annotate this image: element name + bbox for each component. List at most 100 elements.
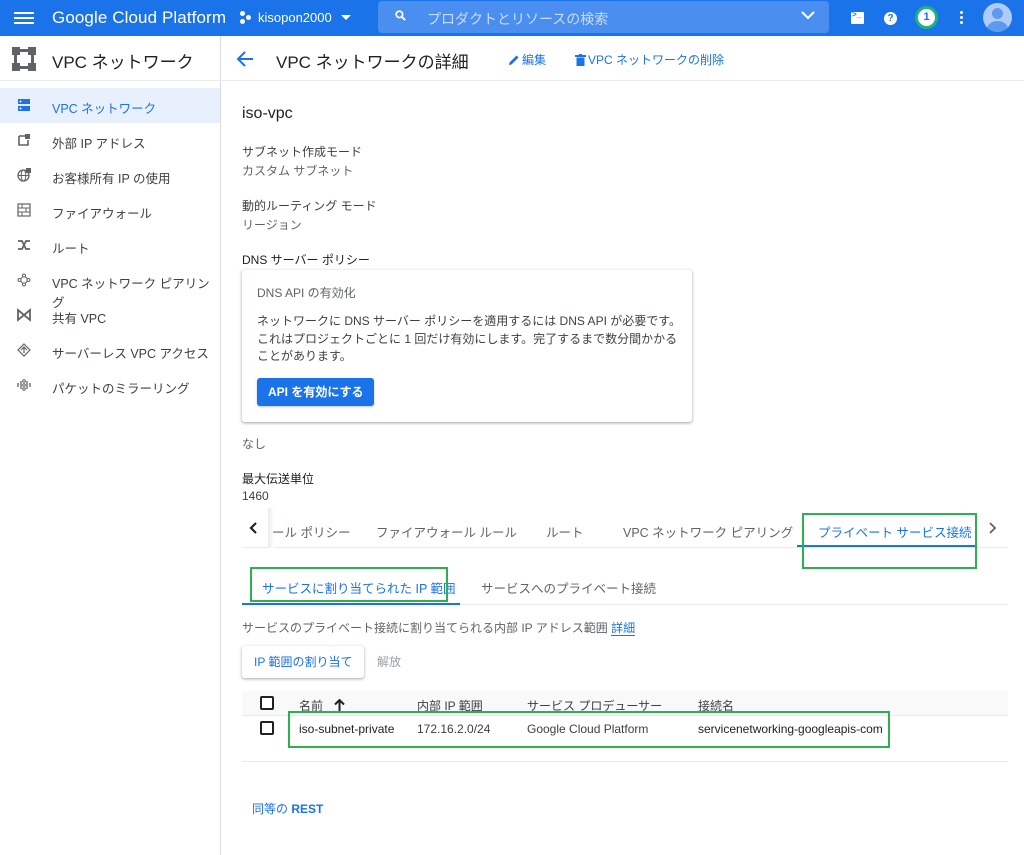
external-ip-icon	[18, 134, 30, 146]
delete-network-button[interactable]: VPC ネットワークの削除	[575, 51, 724, 68]
equivalent-rest-link[interactable]: 同等の REST	[252, 800, 323, 817]
page-title: VPC ネットワークの詳細	[276, 53, 469, 72]
allocate-ip-range-button[interactable]: IP 範囲の割り当て	[242, 646, 365, 678]
search-input[interactable]: プロダクトとリソースの検索	[378, 1, 829, 33]
delete-label: VPC ネットワークの削除	[588, 53, 725, 67]
column-header-range[interactable]: 内部 IP 範囲	[417, 697, 483, 714]
trash-icon	[575, 53, 586, 66]
serverless-icon	[17, 343, 31, 357]
tab-private-service-connection[interactable]: プライベート サービス接続	[818, 522, 971, 541]
tab-firewall-policies[interactable]: ール ポリシー	[272, 522, 350, 541]
byoip-globe-icon	[17, 168, 31, 182]
sidebar-item-vpc-networks[interactable]: VPC ネットワーク	[0, 88, 220, 123]
page-header: VPC ネットワークの詳細 編集 VPC ネットワークの削除	[222, 36, 1024, 81]
row-checkbox[interactable]	[260, 721, 274, 735]
sidebar-title: VPC ネットワーク	[52, 53, 194, 72]
dns-policy-label: DNS サーバー ポリシー	[242, 253, 370, 267]
sidebar-item-label: サーバーレス VPC アクセス	[52, 347, 209, 361]
project-selector[interactable]: kisopon2000	[240, 10, 351, 25]
sidebar-item-firewall[interactable]: ファイアウォール	[0, 193, 220, 228]
project-icon	[240, 10, 252, 25]
avatar[interactable]	[983, 3, 1012, 32]
subtab-private-connections[interactable]: サービスへのプライベート接続	[481, 578, 656, 597]
brand-logo[interactable]: Google Cloud Platform	[52, 8, 226, 28]
sidebar-item-label: 外部 IP アドレス	[52, 137, 146, 151]
active-tab-indicator	[797, 545, 977, 547]
sidebar-item-external-ip[interactable]: 外部 IP アドレス	[0, 123, 220, 158]
dns-card-title: DNS API の有効化	[257, 286, 356, 300]
select-all-checkbox[interactable]	[260, 696, 274, 710]
column-header-producer[interactable]: サービス プロデューサー	[527, 697, 662, 714]
cell-name[interactable]: iso-subnet-private	[299, 722, 394, 736]
sidebar-item-byoip[interactable]: お客様所有 IP の使用	[0, 158, 220, 193]
pencil-icon	[509, 55, 519, 65]
sidebar-item-label: お客様所有 IP の使用	[52, 172, 171, 186]
more-vert-icon[interactable]	[956, 9, 966, 27]
rest-prefix: 同等の	[252, 802, 289, 816]
shared-vpc-icon	[17, 308, 31, 322]
chevron-left-icon[interactable]	[248, 521, 258, 535]
sidebar-item-label: 共有 VPC	[52, 312, 107, 326]
sidebar: VPC ネットワーク VPC ネットワーク 外部 IP アドレス お客様所有 I…	[0, 36, 221, 855]
peering-icon	[17, 273, 31, 287]
back-arrow-icon[interactable]	[236, 51, 254, 67]
sidebar-item-peering[interactable]: VPC ネットワーク ピアリング	[0, 263, 220, 310]
dns-api-card: DNS API の有効化 ネットワークに DNS サーバー ポリシーを適用するに…	[242, 270, 692, 422]
learn-more-link[interactable]: 詳細	[611, 621, 636, 636]
edit-button[interactable]: 編集	[508, 51, 546, 68]
sidebar-header: VPC ネットワーク	[0, 36, 220, 81]
vpc-product-icon	[12, 47, 36, 71]
sidebar-item-label: VPC ネットワーク	[52, 102, 157, 116]
hamburger-icon	[14, 12, 34, 14]
sidebar-item-label: ファイアウォール	[52, 207, 153, 221]
detail-tabs: ール ポリシー ファイアウォール ルール ルート VPC ネットワーク ピアリン…	[242, 508, 1008, 548]
sort-arrow-up-icon	[334, 699, 346, 711]
notifications-badge[interactable]: 1	[915, 6, 938, 29]
description-text: サービスのプライベート接続に割り当てられる内部 IP アドレス範囲	[242, 621, 608, 635]
chevron-right-icon[interactable]	[988, 521, 998, 535]
active-subtab-indicator	[242, 603, 460, 605]
sidebar-item-shared-vpc[interactable]: 共有 VPC	[0, 298, 220, 333]
tab-routes[interactable]: ルート	[546, 522, 584, 541]
chevron-down-icon[interactable]	[801, 10, 815, 20]
ip-ranges-table: 名前 内部 IP 範囲 サービス プロデューサー 接続名 iso-subnet-…	[242, 691, 1008, 762]
sidebar-item-label: ルート	[52, 242, 90, 256]
mtu-label: 最大伝送単位	[242, 472, 315, 486]
column-header-name[interactable]: 名前	[299, 697, 346, 714]
firewall-icon	[17, 203, 31, 217]
enable-api-button[interactable]: API を有効にする	[257, 378, 375, 406]
dns-card-body: ネットワークに DNS サーバー ポリシーを適用するには DNS API が必要…	[257, 314, 682, 363]
sidebar-item-packet-mirroring[interactable]: パケットのミラーリング	[0, 368, 220, 403]
search-placeholder: プロダクトとリソースの検索	[427, 11, 609, 27]
search-icon	[395, 10, 406, 21]
table-bottom-divider	[242, 761, 1008, 762]
routes-icon	[18, 240, 30, 250]
edit-label: 編集	[522, 53, 547, 67]
cloud-shell-icon[interactable]	[848, 9, 866, 27]
table-header: 名前 内部 IP 範囲 サービス プロデューサー 接続名	[242, 691, 1008, 716]
packet-mirroring-icon	[17, 379, 31, 391]
sidebar-item-serverless-vpc[interactable]: サーバーレス VPC アクセス	[0, 333, 220, 368]
column-header-connection[interactable]: 接続名	[698, 697, 734, 714]
routing-mode-label: 動的ルーティング モード	[242, 199, 377, 213]
vpc-network-icon	[18, 99, 30, 111]
subnet-mode-label: サブネット作成モード	[242, 145, 363, 159]
routing-mode-value: リージョン	[242, 218, 302, 232]
cell-connection: servicenetworking-googleapis-com	[698, 722, 883, 736]
main-menu-button[interactable]	[14, 9, 34, 27]
subtab-allocated-ip-ranges[interactable]: サービスに割り当てられた IP 範囲	[262, 578, 456, 597]
subnet-mode-value: カスタム サブネット	[242, 164, 354, 178]
ip-range-description: サービスのプライベート接続に割り当てられる内部 IP アドレス範囲 詳細	[242, 619, 636, 636]
rest-label: REST	[291, 802, 324, 816]
release-button[interactable]: 解放	[377, 646, 401, 678]
tab-firewall-rules[interactable]: ファイアウォール ルール	[376, 522, 517, 541]
network-name: iso-vpc	[242, 105, 293, 122]
sidebar-item-routes[interactable]: ルート	[0, 228, 220, 263]
top-bar: Google Cloud Platform kisopon2000 プロダクトと…	[0, 0, 1024, 36]
sidebar-item-label: パケットのミラーリング	[52, 382, 190, 396]
caret-down-icon	[340, 15, 351, 20]
tab-vpc-peering[interactable]: VPC ネットワーク ピアリング	[623, 522, 793, 541]
dns-policy-value: なし	[242, 437, 267, 451]
table-row: iso-subnet-private 172.16.2.0/24 Google …	[242, 716, 1008, 742]
help-icon[interactable]: ?	[882, 9, 900, 27]
